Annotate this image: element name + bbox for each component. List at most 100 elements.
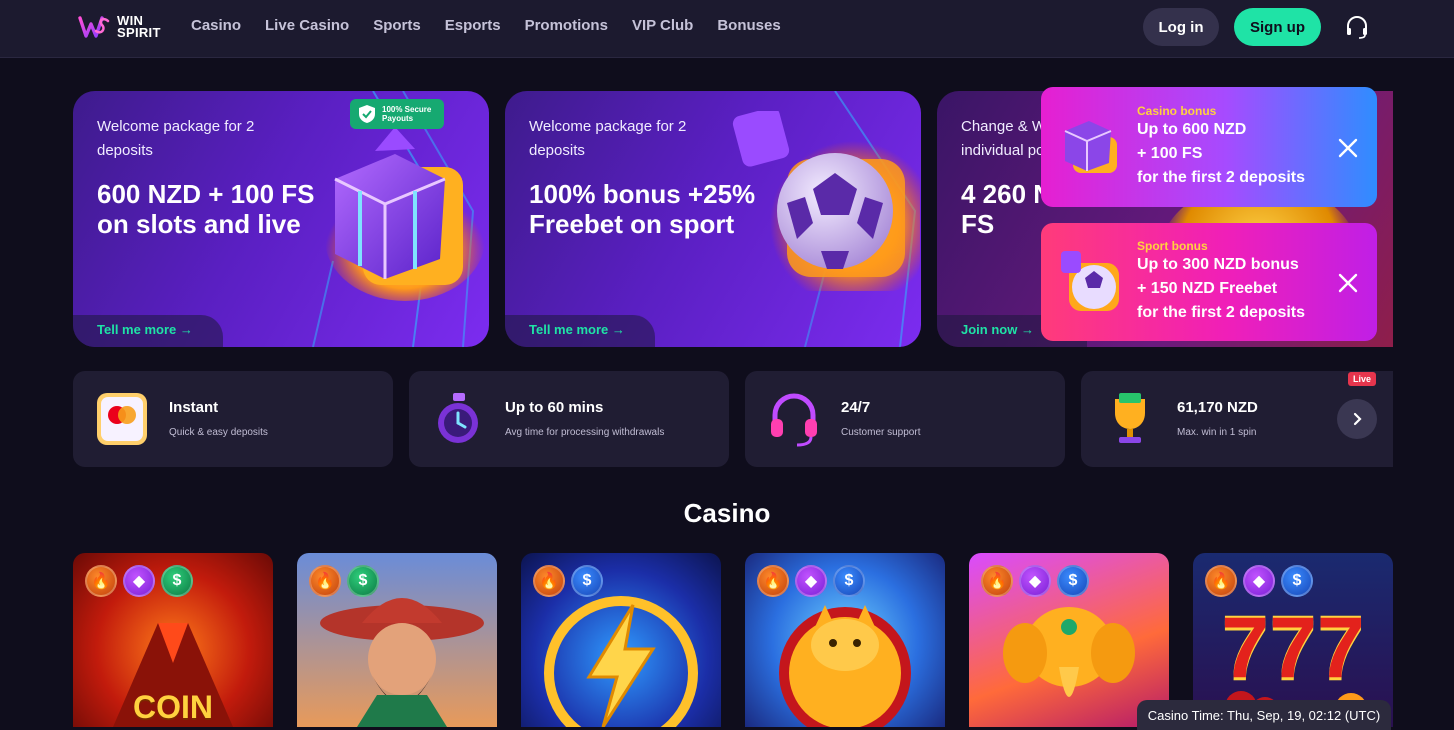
- headset-icon[interactable]: [1344, 14, 1370, 40]
- cta-label: Tell me more: [97, 322, 177, 337]
- promo-card-sport[interactable]: Welcome package for 2 deposits 100% bonu…: [505, 91, 921, 347]
- diamond-icon: ◆: [123, 565, 155, 597]
- chevron-right-icon: [1353, 412, 1362, 426]
- signup-button[interactable]: Sign up: [1234, 8, 1321, 46]
- casino-time: Casino Time: Thu, Sep, 19, 02:12 (UTC): [1137, 700, 1391, 730]
- game-badges: 🔥 ◆ $: [981, 565, 1089, 597]
- game-tile[interactable]: 🔥 ◆ $: [969, 553, 1169, 727]
- game-badges: 🔥 $: [309, 565, 379, 597]
- lucky-cat-artwork: [779, 605, 911, 727]
- login-button[interactable]: Log in: [1143, 8, 1219, 46]
- arrow-right-icon: →: [1020, 322, 1034, 337]
- popup-text: Up to 300 NZD bonus + 150 NZD Freebet fo…: [1137, 253, 1305, 325]
- section-title-casino: Casino: [683, 498, 771, 528]
- logo-text: WIN SPIRIT: [117, 14, 161, 40]
- next-slide-button[interactable]: [1337, 399, 1377, 439]
- popup-line: for the first 2 deposits: [1137, 304, 1306, 321]
- feature-card-support: 24/7 Customer support: [745, 371, 1065, 467]
- logo-mark-icon: [78, 16, 110, 38]
- dollar-icon: $: [347, 565, 379, 597]
- promo-subtitle: Welcome package for 2 deposits: [97, 118, 255, 159]
- popup-line: + 150 NZD Freebet: [1137, 280, 1278, 297]
- feature-subtitle: Max. win in 1 spin: [1177, 427, 1257, 438]
- exchange-icon: $: [833, 565, 865, 597]
- diamond-icon: ◆: [1243, 565, 1275, 597]
- secure-payouts-badge: 100% Secure Payouts: [350, 99, 444, 129]
- exchange-icon: $: [571, 565, 603, 597]
- feature-subtitle: Customer support: [841, 427, 921, 438]
- promo-title: 600 NZD + 100 FS on slots and live: [97, 179, 315, 239]
- card-icon: [97, 393, 147, 445]
- game-tile[interactable]: 🔥 ◆ $: [745, 553, 945, 727]
- cowboy-artwork: [320, 598, 484, 727]
- exchange-icon: $: [1057, 565, 1089, 597]
- game-badges: 🔥 $: [533, 565, 603, 597]
- feature-subtitle: Avg time for processing withdrawals: [505, 427, 665, 438]
- dollar-icon: $: [161, 565, 193, 597]
- popup-line: Up to 600 NZD: [1137, 121, 1247, 138]
- game-logo-text: COIN: [133, 689, 213, 725]
- game-badges: 🔥 ◆ $: [1205, 565, 1313, 597]
- badge-label: 100% Secure Payouts: [382, 105, 432, 123]
- nav-esports[interactable]: Esports: [445, 17, 501, 34]
- game-tile[interactable]: 🔥 $: [521, 553, 721, 727]
- popup-line: + 100 FS: [1137, 145, 1203, 162]
- promo-title: 100% bonus +25% Freebet on sport: [529, 179, 756, 239]
- shield-icon: [359, 105, 375, 123]
- feature-title: Up to 60 mins: [505, 399, 604, 416]
- tell-me-more-link[interactable]: Tell me more →: [505, 315, 655, 347]
- nav-promotions[interactable]: Promotions: [525, 17, 608, 34]
- gift-box-icon: [1064, 121, 1117, 173]
- game-badges: 🔥 ◆ $: [757, 565, 865, 597]
- hot-icon: 🔥: [533, 565, 565, 597]
- arrow-right-icon: →: [179, 322, 193, 337]
- tell-me-more-link[interactable]: Tell me more →: [73, 315, 223, 347]
- nav-bonuses[interactable]: Bonuses: [717, 17, 780, 34]
- feature-subtitle: Quick & easy deposits: [169, 427, 268, 438]
- diamond-icon: ◆: [795, 565, 827, 597]
- hot-icon: 🔥: [309, 565, 341, 597]
- feature-title: 24/7: [841, 399, 871, 416]
- feature-title: 61,170 NZD: [1177, 399, 1258, 416]
- hot-icon: 🔥: [757, 565, 789, 597]
- main-nav: Casino Live Casino Sports Esports Promot…: [191, 17, 781, 34]
- logo-line-2: SPIRIT: [117, 25, 161, 40]
- popup-line: Up to 300 NZD bonus: [1137, 256, 1299, 273]
- game-badges: 🔥 ◆ $: [85, 565, 193, 597]
- hot-icon: 🔥: [85, 565, 117, 597]
- arrow-right-icon: →: [611, 322, 625, 337]
- trophy-icon: [1115, 393, 1145, 443]
- popup-tag: Casino bonus: [1137, 104, 1217, 118]
- feature-card-withdrawals: Up to 60 mins Avg time for processing wi…: [409, 371, 729, 467]
- nav-live-casino[interactable]: Live Casino: [265, 17, 349, 34]
- diamond-icon: ◆: [1019, 565, 1051, 597]
- cta-label: Join now: [961, 322, 1018, 337]
- popup-tag: Sport bonus: [1137, 239, 1208, 253]
- nav-sports[interactable]: Sports: [373, 17, 421, 34]
- close-icon[interactable]: [1337, 137, 1359, 159]
- live-badge: Live: [1348, 372, 1376, 386]
- sport-bonus-popup: Sport bonus Up to 300 NZD bonus + 150 NZ…: [1041, 223, 1377, 341]
- hot-icon: 🔥: [981, 565, 1013, 597]
- casino-bonus-popup: Casino bonus Up to 600 NZD + 100 FS for …: [1041, 87, 1377, 207]
- stopwatch-icon: [438, 393, 478, 443]
- lightning-artwork: [544, 596, 698, 727]
- cta-label: Tell me more: [529, 322, 609, 337]
- popup-line: for the first 2 deposits: [1137, 169, 1306, 186]
- elephant-artwork: [1003, 607, 1135, 697]
- close-icon[interactable]: [1337, 272, 1359, 294]
- gift-box-illustration: [305, 109, 485, 309]
- headset-icon: [771, 393, 817, 447]
- promo-card-casino[interactable]: 100% Secure Payouts Welcome package for …: [73, 91, 489, 347]
- nav-vip-club[interactable]: VIP Club: [632, 17, 693, 34]
- feature-card-instant: Instant Quick & easy deposits: [73, 371, 393, 467]
- feature-title: Instant: [169, 399, 219, 416]
- game-tile[interactable]: 🔥 $: [297, 553, 497, 727]
- top-navigation-bar: WIN SPIRIT Casino Live Casino Sports Esp…: [0, 0, 1454, 58]
- brand-logo[interactable]: WIN SPIRIT: [77, 10, 169, 44]
- hot-icon: 🔥: [1205, 565, 1237, 597]
- exchange-icon: $: [1281, 565, 1313, 597]
- football-icon: [1061, 251, 1119, 311]
- nav-casino[interactable]: Casino: [191, 17, 241, 34]
- game-tile[interactable]: COIN 🔥 ◆ $: [73, 553, 273, 727]
